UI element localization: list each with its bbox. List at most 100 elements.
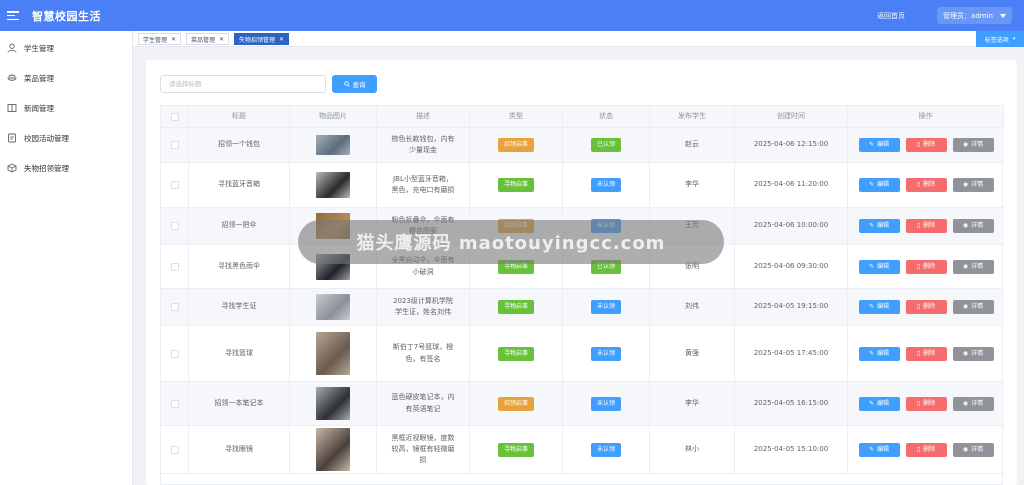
select-all-checkbox[interactable] xyxy=(170,112,179,121)
image-cell xyxy=(290,289,377,325)
detail-button[interactable]: ◉ 详情 xyxy=(952,300,994,314)
edit-icon: ✎ xyxy=(868,399,874,407)
detail-button[interactable]: ◉ 详情 xyxy=(952,396,994,411)
column-header: 描述 xyxy=(377,106,470,127)
delete-button[interactable]: ▯ 删除 xyxy=(905,219,947,233)
edit-icon: ✎ xyxy=(868,445,874,453)
status-cell: 未认领 xyxy=(563,382,650,425)
status-cell: 未认领 xyxy=(563,426,650,473)
checkbox-cell xyxy=(161,208,189,244)
sidebar-item-dishes[interactable]: 菜品管理 xyxy=(0,63,132,93)
table-header-row: 标题 物品图片 描述 类型 状态 发布学生 创建时间 操作 xyxy=(161,106,1004,128)
menu-toggle-icon[interactable] xyxy=(7,11,19,20)
actions-cell: ✎ 编辑 ▯ 删除 ◉ 详情 xyxy=(848,382,1004,425)
row-checkbox[interactable] xyxy=(170,399,179,408)
delete-button[interactable]: ▯ 删除 xyxy=(905,442,947,457)
tab-students[interactable]: 学生管理 ✕ xyxy=(138,33,182,45)
checkbox-cell xyxy=(161,163,189,207)
close-icon[interactable]: ✕ xyxy=(219,36,224,43)
column-header: 操作 xyxy=(848,106,1004,127)
edit-button[interactable]: ✎ 编辑 xyxy=(858,396,900,411)
box-icon xyxy=(7,163,17,173)
sidebar-item-students[interactable]: 学生管理 xyxy=(0,33,132,63)
row-checkbox[interactable] xyxy=(170,262,179,271)
action-label: 编辑 xyxy=(877,181,890,189)
sidebar-item-label: 学生管理 xyxy=(24,43,54,53)
search-button-label: 查询 xyxy=(352,81,366,89)
row-checkbox[interactable] xyxy=(170,445,179,454)
type-tag: 寻物启事 xyxy=(497,442,534,457)
type-tag: 招领启事 xyxy=(497,138,534,152)
delete-button[interactable]: ▯ 删除 xyxy=(905,396,947,411)
detail-button[interactable]: ◉ 详情 xyxy=(952,219,994,233)
row-checkbox[interactable] xyxy=(170,303,179,311)
user-label: 管理员：admin xyxy=(943,11,993,20)
tab-dishes[interactable]: 菜品管理 ✕ xyxy=(186,33,230,45)
tab-label: 学生管理 xyxy=(143,36,168,44)
delete-button[interactable]: ▯ 删除 xyxy=(905,138,947,152)
status-cell: 未认领 xyxy=(563,326,650,381)
eye-icon: ◉ xyxy=(962,349,969,357)
edit-button[interactable]: ✎ 编辑 xyxy=(858,346,900,361)
edit-button[interactable]: ✎ 编辑 xyxy=(858,442,900,457)
edit-button[interactable]: ✎ 编辑 xyxy=(858,300,900,314)
status-cell: 未认领 xyxy=(563,163,650,207)
tab-lost-found[interactable]: 失物招领管理 ✕ xyxy=(234,33,290,45)
action-label: 删除 xyxy=(923,222,936,230)
detail-button[interactable]: ◉ 详情 xyxy=(952,346,994,361)
actions-cell: ✎ 编辑 ▯ 删除 ◉ 详情 xyxy=(848,426,1004,473)
detail-button[interactable]: ◉ 详情 xyxy=(952,259,994,274)
row-checkbox[interactable] xyxy=(170,181,179,189)
sidebar-item-news[interactable]: 新闻管理 xyxy=(0,93,132,123)
delete-button[interactable]: ▯ 删除 xyxy=(905,259,947,274)
edit-button[interactable]: ✎ 编辑 xyxy=(858,178,900,192)
item-photo xyxy=(316,172,350,198)
home-link[interactable]: 返回首页 xyxy=(877,11,905,21)
action-label: 删除 xyxy=(923,349,936,357)
close-icon[interactable]: ✕ xyxy=(171,36,176,43)
image-cell xyxy=(290,382,377,425)
image-cell xyxy=(290,426,377,473)
actions-cell: ✎ 编辑 ▯ 删除 ◉ 详情 xyxy=(848,208,1004,244)
app-title: 智慧校园生活 xyxy=(32,9,101,23)
search-input[interactable] xyxy=(160,75,326,93)
delete-button[interactable]: ▯ 删除 xyxy=(905,178,947,192)
sidebar-item-label: 失物招领管理 xyxy=(24,163,69,173)
edit-button[interactable]: ✎ 编辑 xyxy=(858,219,900,233)
lost-found-table: 标题 物品图片 描述 类型 状态 发布学生 创建时间 操作 招领一个钱包 棕色长款钱包，内有少量现… xyxy=(160,105,1004,485)
row-checkbox[interactable] xyxy=(170,349,179,358)
time-cell: 2025-04-06 09:30:00 xyxy=(735,245,848,288)
search-button[interactable]: 查询 xyxy=(332,75,377,93)
row-checkbox[interactable] xyxy=(170,141,179,149)
title-cell: 寻找眼镜 xyxy=(189,426,290,473)
row-actions: ✎ 编辑 ▯ 删除 ◉ 详情 xyxy=(858,442,994,457)
delete-button[interactable]: ▯ 删除 xyxy=(905,346,947,361)
sidebar-item-activities[interactable]: 校园活动管理 xyxy=(0,123,132,153)
action-label: 详情 xyxy=(971,181,984,189)
title-cell: 招领一本笔记本 xyxy=(189,382,290,425)
type-cell: 招领启事 xyxy=(470,382,563,425)
item-photo xyxy=(316,294,350,320)
action-label: 编辑 xyxy=(877,222,890,230)
edit-button[interactable]: ✎ 编辑 xyxy=(858,138,900,152)
description-cell: 2023级计算机学院学生证，姓名刘伟 xyxy=(377,289,470,325)
detail-button[interactable]: ◉ 详情 xyxy=(952,178,994,192)
student-cell: 黄强 xyxy=(650,326,735,381)
edit-icon: ✎ xyxy=(868,303,874,311)
table-row: 寻找蓝牙音箱 JBL小型蓝牙音箱，黑色，充电口有磨损 寻物启事 未认领 李华 2025-0… xyxy=(161,163,1004,208)
tab-options-button[interactable]: 标签选项 ▾ xyxy=(976,31,1024,47)
row-checkbox[interactable] xyxy=(170,222,179,230)
dish-icon xyxy=(7,73,17,83)
close-icon[interactable]: ✕ xyxy=(279,36,284,43)
action-label: 删除 xyxy=(923,399,936,407)
detail-button[interactable]: ◉ 详情 xyxy=(952,442,994,457)
sidebar-item-lost-found[interactable]: 失物招领管理 xyxy=(0,153,132,183)
trash-icon: ▯ xyxy=(916,262,921,270)
book-icon xyxy=(7,103,17,113)
description-cell: 斯伯丁7号篮球，橙色，有签名 xyxy=(377,326,470,381)
detail-button[interactable]: ◉ 详情 xyxy=(952,138,994,152)
delete-button[interactable]: ▯ 删除 xyxy=(905,300,947,314)
row-actions: ✎ 编辑 ▯ 删除 ◉ 详情 xyxy=(858,219,994,233)
edit-button[interactable]: ✎ 编辑 xyxy=(858,259,900,274)
user-dropdown[interactable]: 管理员：admin xyxy=(937,7,1012,24)
